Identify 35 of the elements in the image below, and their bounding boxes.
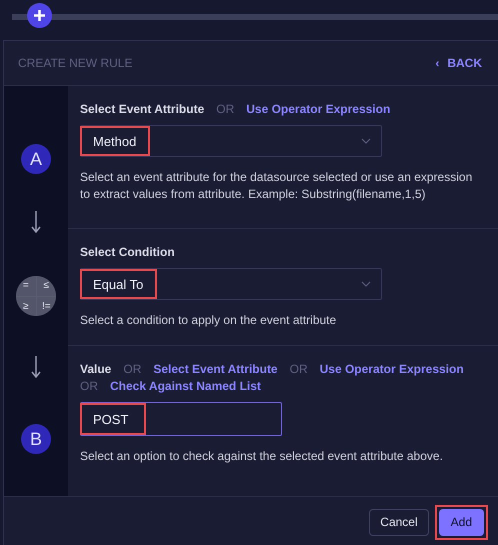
dropdown[interactable]: Equal To bbox=[80, 268, 382, 300]
chevron-down-icon bbox=[361, 138, 371, 144]
operator-symbol: ≥ bbox=[16, 296, 36, 316]
option-link[interactable]: Use Operator Expression bbox=[320, 362, 464, 376]
field-label: Select Condition bbox=[80, 245, 175, 259]
add-button[interactable]: Add bbox=[438, 508, 484, 536]
operator-symbol: = bbox=[16, 276, 36, 296]
operator-symbol: != bbox=[36, 296, 56, 316]
chevron-down-icon bbox=[361, 281, 371, 287]
selected-value: Method bbox=[80, 126, 150, 156]
help-text: Select an option to check against the selected event attribute above. bbox=[80, 448, 444, 465]
or-separator: OR bbox=[123, 362, 142, 376]
field-label: Select Event Attribute bbox=[80, 102, 204, 116]
or-separator: OR bbox=[290, 362, 308, 376]
arrow-down-icon bbox=[31, 356, 41, 378]
or-separator: OR bbox=[216, 102, 234, 116]
panel-title: CREATE NEW RULE bbox=[18, 56, 132, 70]
input-value: POST bbox=[80, 403, 146, 435]
option-link[interactable]: Select Event Attribute bbox=[153, 362, 278, 376]
operator-symbol: ≤ bbox=[36, 276, 56, 296]
selected-value: Equal To bbox=[80, 269, 158, 299]
add-icon[interactable] bbox=[27, 3, 52, 28]
arrow-down-icon bbox=[31, 211, 41, 233]
or-separator: OR bbox=[80, 379, 98, 393]
value-input[interactable]: POST bbox=[80, 402, 282, 436]
help-text: Select a condition to apply on the event attribute bbox=[80, 312, 338, 329]
step-letter-icon: A bbox=[21, 144, 51, 174]
field-label: Value bbox=[80, 362, 112, 376]
step-letter-icon: B bbox=[21, 424, 51, 454]
help-text: Select an event attribute for the datasource selected or use an expression to extract values from attribute. Example: Substring(filename,1,5) bbox=[80, 169, 474, 203]
option-link[interactable]: Use Operator Expression bbox=[246, 102, 390, 116]
option-link[interactable]: Check Against Named List bbox=[110, 379, 261, 393]
back-link[interactable]: ‹ BACK bbox=[435, 56, 482, 70]
cancel-button[interactable]: Cancel bbox=[369, 508, 429, 536]
dropdown[interactable]: Method bbox=[80, 125, 382, 157]
